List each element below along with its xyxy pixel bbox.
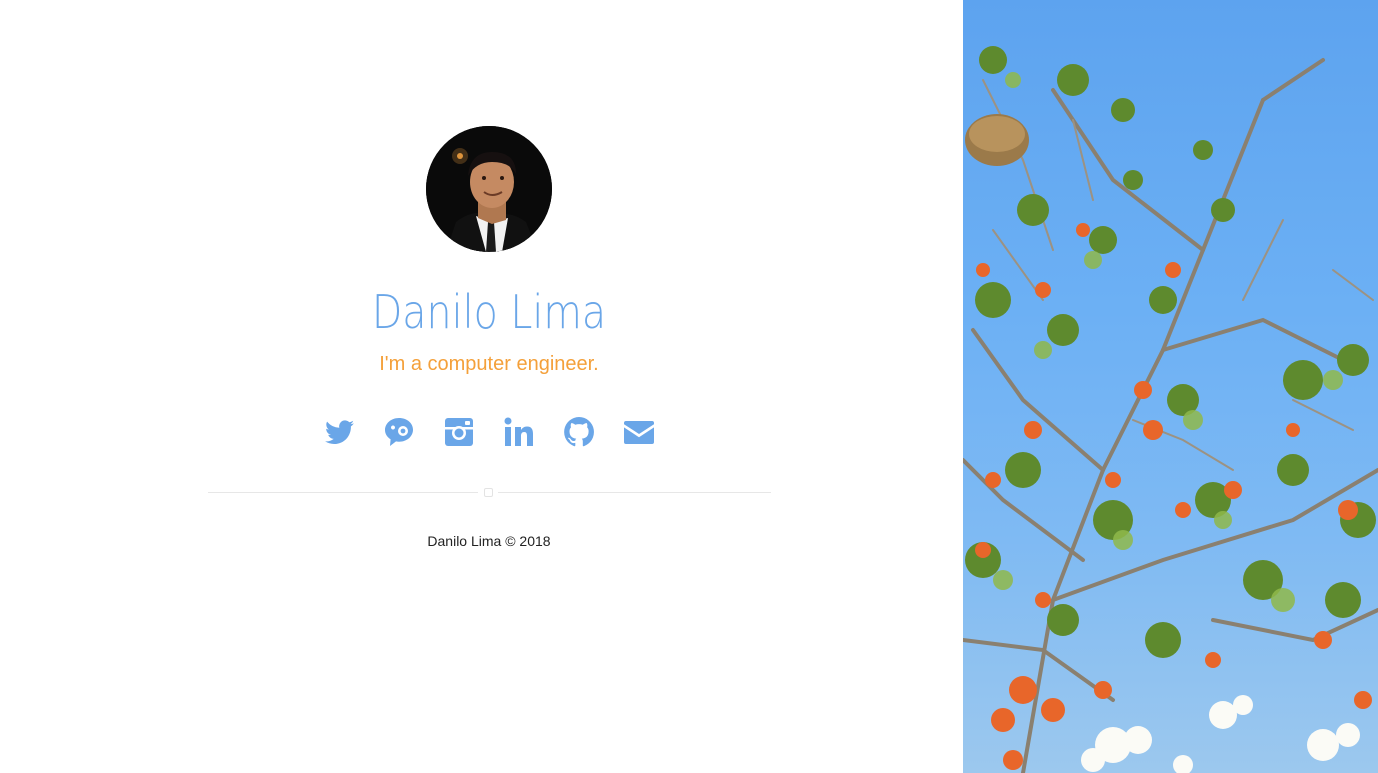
footer-copyright: Danilo Lima © 2018 [427,533,551,549]
instagram-icon [445,418,473,446]
profile-panel: Danilo Lima I'm a computer engineer. Dan… [0,0,963,773]
social-links [309,414,669,450]
twitter-link[interactable] [321,414,357,450]
envelope-icon [624,421,654,444]
linkedin-link[interactable] [501,414,537,450]
background-photo [963,0,1378,773]
divider-right [498,492,771,493]
keybase-icon [385,418,413,446]
linkedin-icon [504,417,533,446]
profile-name: Danilo Lima [371,285,607,339]
tree-photo [963,46,1378,773]
instagram-link[interactable] [441,414,477,450]
twitter-icon [325,420,354,444]
github-icon [564,417,594,447]
github-link[interactable] [561,414,597,450]
avatar [426,126,552,252]
keybase-link[interactable] [381,414,417,450]
profile-tagline: I'm a computer engineer. [379,353,599,375]
divider-left [208,492,478,493]
divider-ornament [484,488,493,497]
email-link[interactable] [621,414,657,450]
